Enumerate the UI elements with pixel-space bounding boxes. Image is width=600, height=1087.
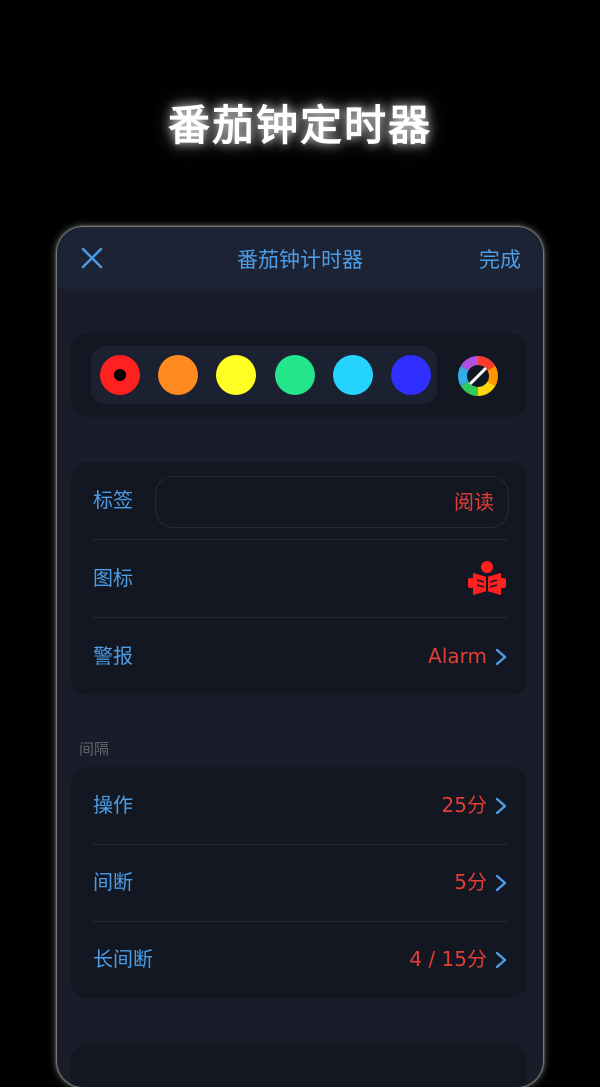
done-button[interactable]: 完成: [479, 227, 521, 293]
phone-screen: 番茄钟计时器 完成 标签 阅读 图标 警报 Alarm 间隔 操作 25分 间断…: [57, 227, 543, 1087]
color-swatch-tray: [91, 346, 437, 404]
label-title: 标签: [93, 488, 133, 512]
interval-card: 操作 25分 间断 5分 长间断 4 / 15分: [71, 767, 527, 998]
long-break-value: 4 / 15分: [409, 947, 487, 971]
color-swatch-cyan[interactable]: [333, 355, 373, 395]
alert-row[interactable]: 警报 Alarm: [71, 618, 527, 695]
break-value: 5分: [454, 870, 487, 894]
work-value: 25分: [441, 793, 487, 817]
chevron-right-icon: [495, 797, 507, 815]
icon-row[interactable]: 图标: [71, 540, 527, 617]
long-break-title: 长间断: [93, 947, 153, 971]
interval-section-header: 间隔: [79, 740, 110, 758]
alert-value: Alarm: [428, 644, 487, 668]
chevron-right-icon: [495, 874, 507, 892]
label-row: 标签 阅读: [71, 462, 527, 539]
additional-settings-card: [71, 1044, 527, 1087]
color-wheel-icon[interactable]: [457, 355, 499, 397]
label-input[interactable]: 阅读: [155, 476, 509, 528]
work-title: 操作: [93, 793, 133, 817]
icon-title: 图标: [93, 566, 133, 590]
color-picker-card: [71, 333, 527, 417]
chevron-right-icon: [495, 648, 507, 666]
break-title: 间断: [93, 870, 133, 894]
label-input-value: 阅读: [454, 490, 494, 514]
navigation-bar: 番茄钟计时器 完成: [57, 227, 543, 289]
selected-indicator: [114, 369, 126, 381]
promo-title: 番茄钟定时器: [167, 101, 432, 150]
color-swatch-blue[interactable]: [391, 355, 431, 395]
settings-card: 标签 阅读 图标 警报 Alarm: [71, 462, 527, 695]
long-break-row[interactable]: 长间断 4 / 15分: [71, 921, 527, 998]
chevron-right-icon: [495, 951, 507, 969]
reading-book-icon: [468, 561, 506, 595]
color-swatch-yellow[interactable]: [216, 355, 256, 395]
screen-title: 番茄钟计时器: [237, 248, 363, 272]
color-swatch-red[interactable]: [100, 355, 140, 395]
color-swatch-orange[interactable]: [158, 355, 198, 395]
work-row[interactable]: 操作 25分: [71, 767, 527, 844]
alert-title: 警报: [93, 644, 133, 668]
color-swatch-green[interactable]: [275, 355, 315, 395]
break-row[interactable]: 间断 5分: [71, 844, 527, 921]
